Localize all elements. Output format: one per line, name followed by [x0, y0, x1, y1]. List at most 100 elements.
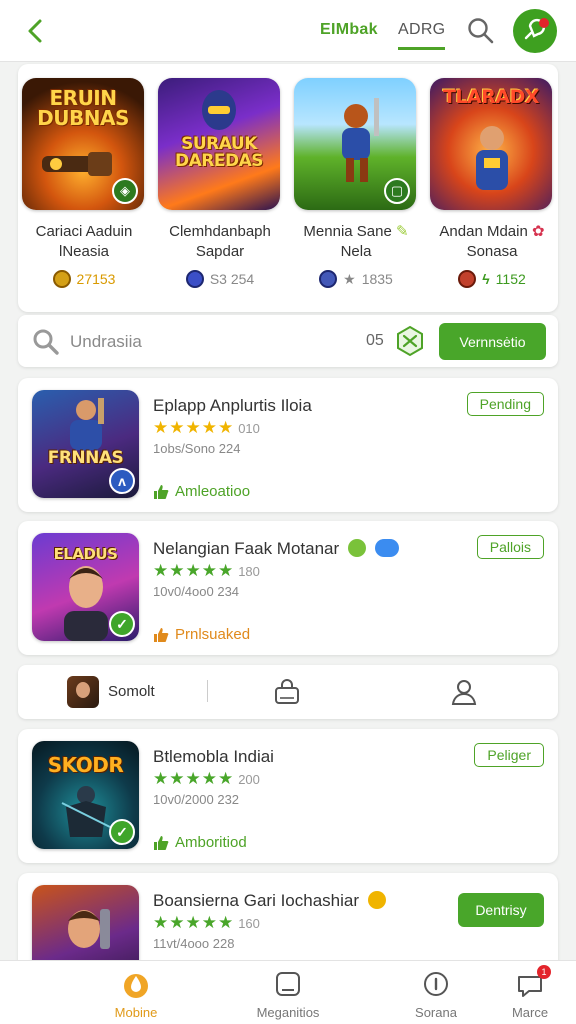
featured-game-meta: ★ 1835 — [294, 270, 418, 288]
emoji-icon — [347, 539, 366, 557]
game-list-item[interactable]: ELADUS ✓ Nelangian Faak Motanar ★★★★★ 180… — [18, 521, 558, 655]
status-button[interactable]: Pallois — [476, 535, 544, 559]
check-badge-icon: ✓ — [109, 611, 135, 637]
action-toolbar: Somolt — [18, 665, 558, 719]
thumbnail-art-text: ERUIN DUBNAS — [37, 86, 129, 130]
featured-game-name: Mennia Sane ✎ Nela — [303, 223, 409, 260]
game-thumbnail: ELADUS ✓ — [32, 533, 139, 641]
rating-stars: ★★★★★ 180 — [153, 561, 260, 580]
platform-badge-icon: ʌ — [109, 468, 135, 494]
game-thumbnail: ERUIN DUBNAS ◈ — [22, 78, 144, 210]
warrior-art — [342, 98, 379, 182]
game-subtitle: 11vt/4ooo 228 — [153, 936, 235, 951]
hero-art — [202, 90, 236, 130]
flower-icon: ✿ — [532, 223, 545, 240]
verified-badge-icon: ◈ — [112, 178, 138, 204]
featured-game-name: Cariaci Aaduin lNeasia — [35, 223, 133, 260]
featured-game-name: Clemhdanbaph Sapdar — [169, 223, 271, 260]
tab-secondary[interactable]: ADRG — [398, 21, 446, 50]
game-list-item[interactable]: SKODR ✓ Btlemobla Indiai ★★★★★ 200 10v0/2… — [18, 729, 558, 863]
verified-badge-icon: ▢ — [384, 178, 410, 204]
user-icon[interactable] — [450, 678, 478, 706]
action-button[interactable]: Dentrisy — [458, 893, 544, 927]
coin-icon — [52, 270, 71, 288]
top-bar: EIMbak ADRG — [0, 0, 576, 62]
chat-bubble-icon: 1 — [515, 965, 551, 999]
nav-item-messages[interactable]: Meganitios — [228, 969, 348, 1020]
thumbs-up-icon — [154, 627, 169, 642]
search-input[interactable]: Undrasiia — [70, 332, 142, 352]
user-thumbnail — [67, 676, 99, 708]
result-count: 05 — [366, 332, 384, 349]
featured-game-4[interactable]: TLARADX Andan Mdain ✿ Sonasa ϟ 1152 — [430, 78, 554, 288]
thumbnail-art-text: FRNNAS — [47, 448, 124, 468]
profile-avatar[interactable] — [513, 9, 557, 53]
featured-game-meta: S3 254 — [158, 270, 282, 288]
toolbar-label[interactable]: Somolt — [108, 683, 155, 700]
featured-game-3[interactable]: ▢ Mennia Sane ✎ Nela ★ 1835 — [294, 78, 418, 288]
featured-game-meta: ϟ 1152 — [430, 270, 554, 288]
game-thumbnail: ▢ — [294, 78, 416, 210]
game-list-item[interactable]: FRNNAS ʌ Eplapp Anplurtis Iloia ★★★★★ 010… — [18, 378, 558, 512]
featured-game-meta: 27153 — [22, 270, 146, 288]
game-subtitle: 10v0/2000 232 — [153, 792, 240, 807]
bottom-navigation: Mobine Meganitios Sorana 1 Marce — [0, 960, 576, 1024]
notification-dot — [539, 18, 549, 28]
search-submit-button[interactable]: Vernnsėtio — [439, 323, 546, 360]
nav-label: Marce — [511, 1005, 549, 1020]
emoji-icon — [367, 891, 386, 909]
message-icon — [273, 969, 303, 999]
rating-stars: ★★★★★ 010 — [153, 418, 260, 437]
game-thumbnail: FRNNAS ʌ — [32, 390, 139, 498]
thumbnail-art-text: SKODR — [47, 753, 124, 777]
game-status: Amboritiod — [153, 834, 247, 851]
tab-primary[interactable]: EIMbak — [320, 21, 378, 39]
bolt-icon: ϟ — [482, 271, 490, 287]
divider — [207, 680, 208, 702]
nav-label: Mobine — [114, 1005, 158, 1020]
toggle-icon — [374, 539, 399, 557]
bag-icon[interactable] — [273, 678, 301, 706]
game-subtitle: 1obs/Sono 224 — [153, 441, 241, 456]
nav-item-home[interactable]: Mobine — [76, 969, 196, 1020]
coin-icon — [458, 270, 477, 288]
search-bar: Undrasiia 05 Vernnsėtio — [18, 315, 558, 367]
info-circle-icon — [421, 969, 451, 999]
game-status: Amleoatioo — [153, 483, 250, 500]
check-badge-icon: ✓ — [109, 819, 135, 845]
nav-label: Meganitios — [256, 1005, 320, 1020]
search-icon[interactable] — [466, 16, 496, 46]
featured-game-name: Andan Mdain ✿ Sonasa — [439, 223, 545, 260]
game-subtitle: 10v0/4oo0 234 — [153, 584, 240, 599]
rating-stars: ★★★★★ 200 — [153, 769, 260, 788]
notification-badge: 1 — [537, 965, 551, 979]
hero-art — [476, 126, 508, 190]
game-title: Btlemobla Indiai — [153, 747, 274, 766]
game-title: Boansierna Gari Iochashiar — [153, 891, 386, 911]
filter-icon[interactable] — [395, 325, 425, 357]
game-thumbnail: SURAUK DAREDAS — [158, 78, 280, 210]
game-thumbnail: TLARADX — [430, 78, 552, 210]
status-button[interactable]: Peliger — [474, 743, 544, 767]
featured-game-2[interactable]: SURAUK DAREDAS Clemhdanbaph Sapdar S3 25… — [158, 78, 282, 288]
coin-icon — [319, 270, 338, 288]
thumbnail-art-text: SURAUK DAREDAS — [175, 134, 263, 171]
search-icon — [33, 329, 59, 355]
status-button[interactable]: Pending — [466, 392, 544, 416]
back-button[interactable] — [18, 14, 52, 48]
pencil-icon: ✎ — [396, 223, 409, 240]
thumbs-up-icon — [154, 835, 169, 850]
game-thumbnail: SKODR ✓ — [32, 741, 139, 849]
featured-games: ERUIN DUBNAS ◈ Cariaci Aaduin lNeasia 27… — [18, 64, 558, 312]
coin-icon — [185, 270, 204, 288]
home-drop-icon — [121, 969, 151, 999]
game-title: Eplapp Anplurtis Iloia — [153, 396, 312, 415]
featured-game-1[interactable]: ERUIN DUBNAS ◈ Cariaci Aaduin lNeasia 27… — [22, 78, 146, 288]
rating-stars: ★★★★★ 160 — [153, 913, 260, 932]
thumbs-up-icon — [154, 484, 169, 499]
hero-art — [64, 566, 108, 641]
game-status: Prnlsuaked — [153, 626, 250, 643]
nav-item-more[interactable]: 1 Marce — [470, 965, 576, 1020]
chevron-left-icon — [28, 19, 42, 43]
hero-art — [68, 909, 110, 949]
